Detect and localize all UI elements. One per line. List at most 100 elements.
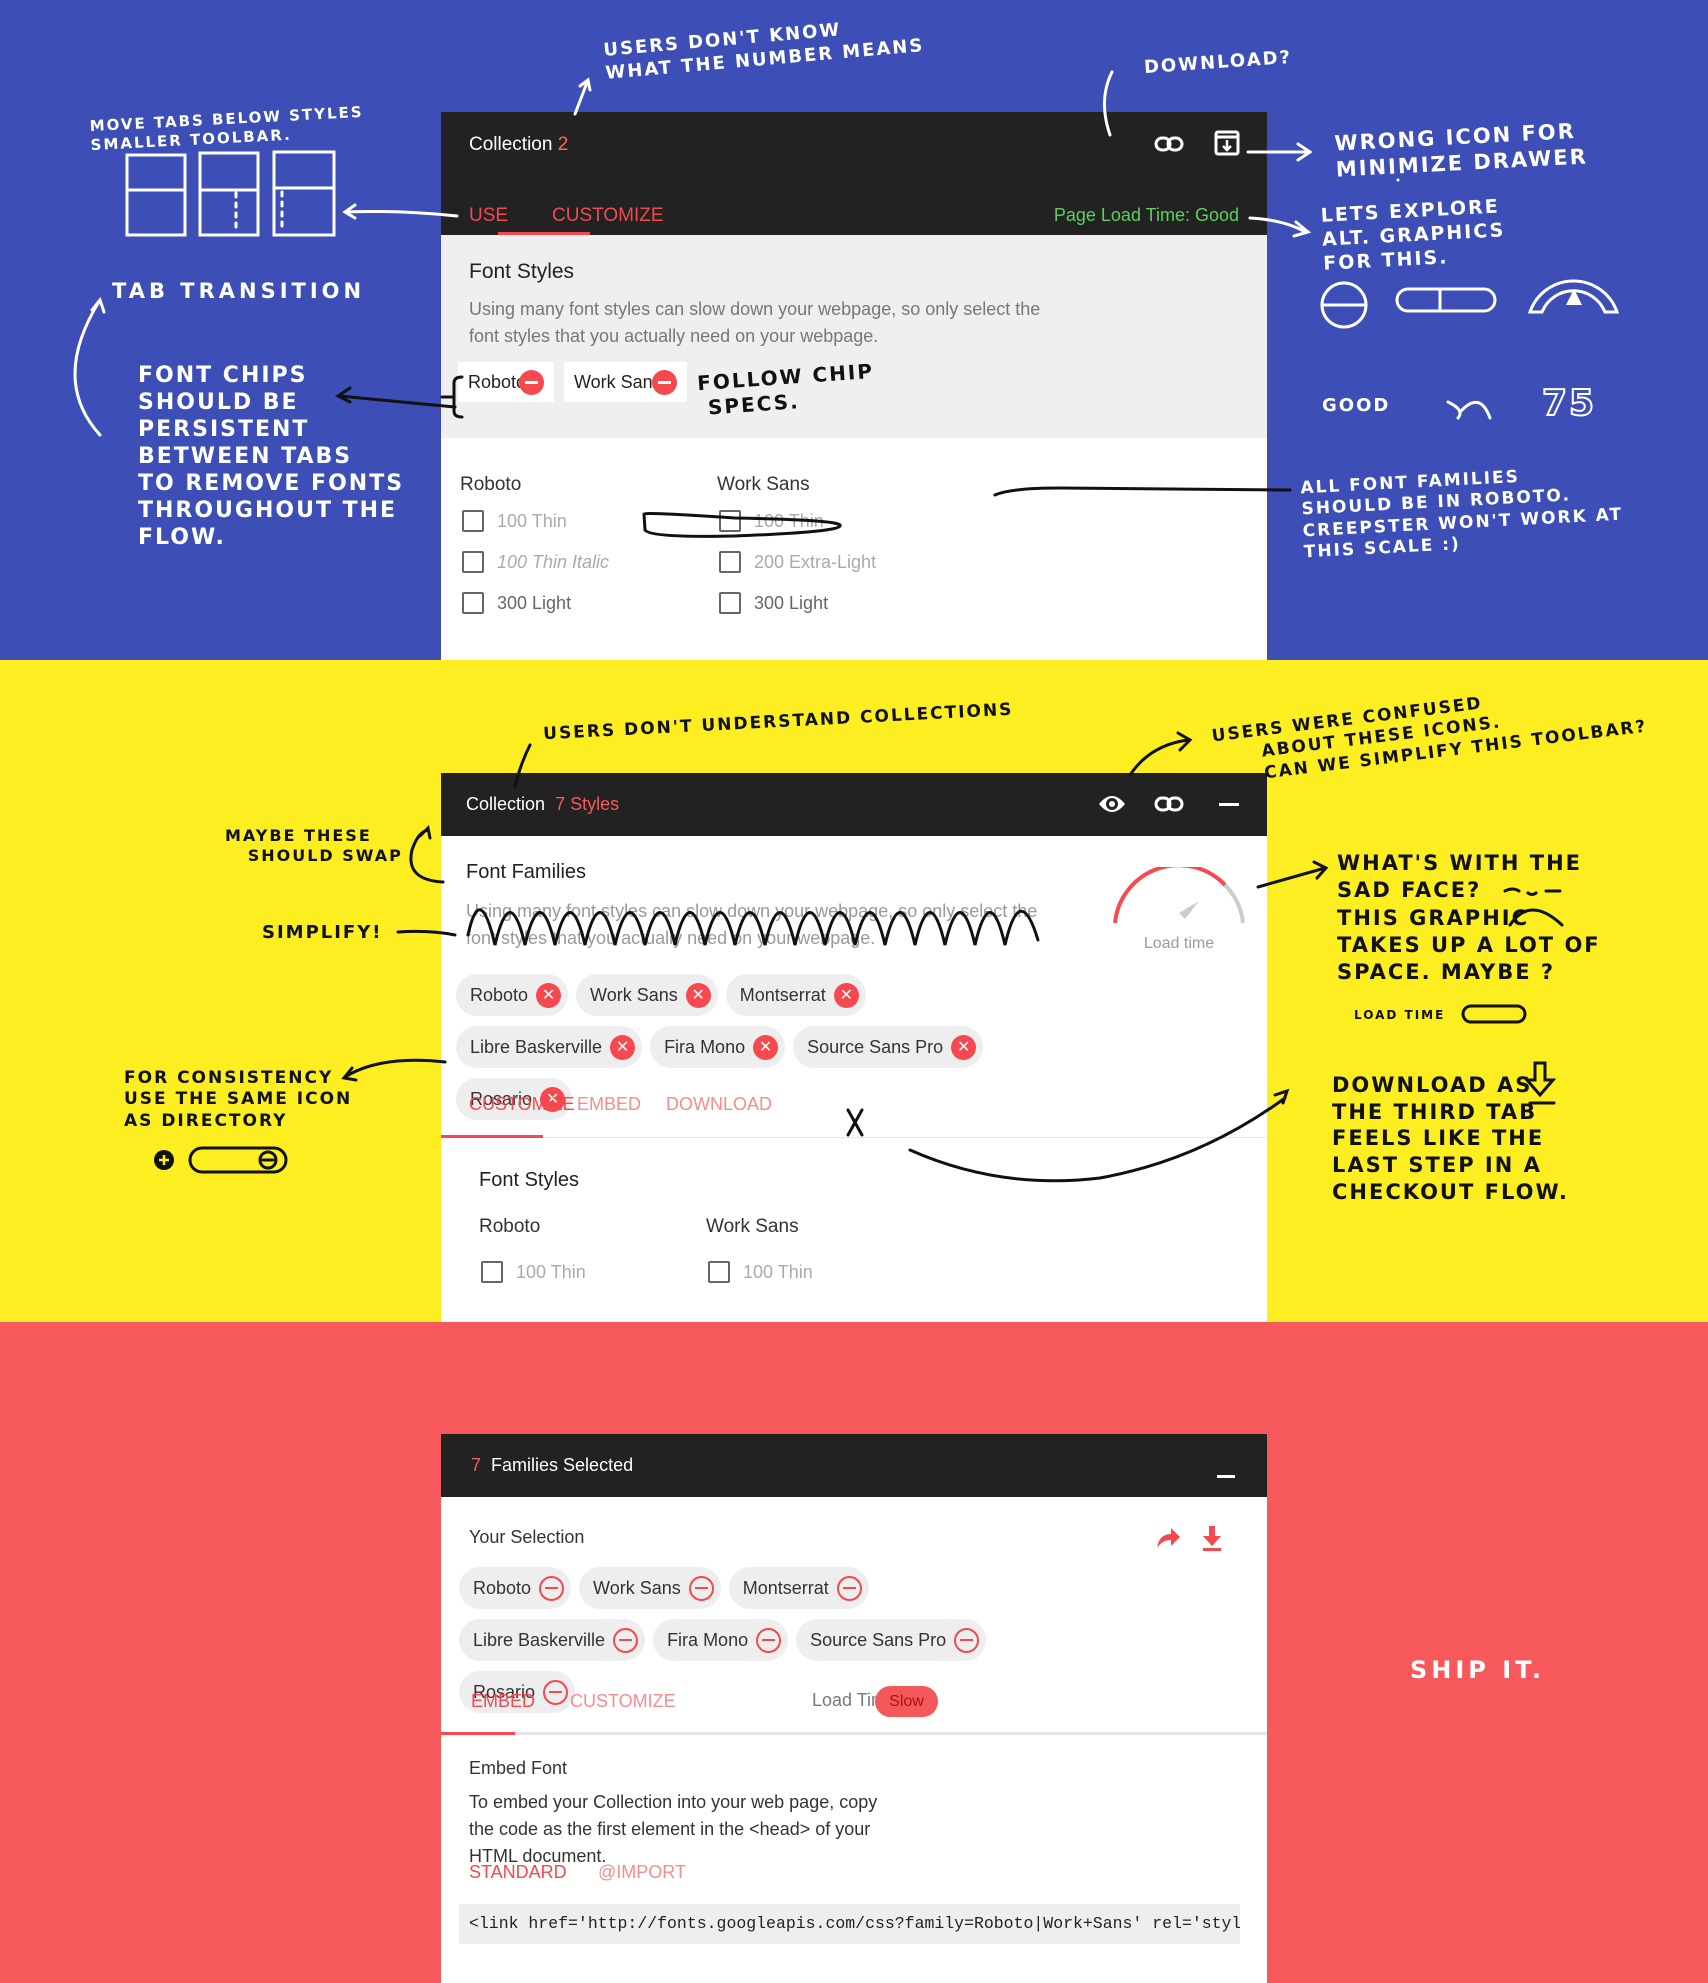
note-font-chips: FONT CHIPS SHOULD BE PERSISTENT BETWEEN … (138, 363, 405, 551)
remove-x-icon[interactable]: ✕ (833, 982, 859, 1008)
styles-title: Font Styles (479, 1169, 580, 1191)
remove-icon[interactable] (652, 369, 677, 395)
tab-customize[interactable]: CUSTOMIZE (570, 1691, 676, 1712)
font-chip[interactable]: Roboto ✕ (456, 974, 569, 1016)
remove-minus-icon[interactable] (539, 1575, 565, 1601)
remove-x-icon[interactable]: ✕ (753, 1034, 779, 1060)
checkbox[interactable] (719, 510, 741, 532)
style-checkbox-row[interactable]: 100 Thin (481, 1261, 586, 1283)
checkbox[interactable] (462, 551, 484, 573)
note-tab-transition: TAB TRANSITION (112, 279, 366, 303)
font-chip[interactable]: Source Sans Pro ✕ (793, 1026, 984, 1068)
note-roboto: ALL FONT FAMILIES SHOULD BE IN ROBOTO. C… (1299, 466, 1624, 563)
family-heading: Roboto (479, 1216, 541, 1237)
title-text: Collection (469, 134, 553, 155)
remove-x-icon[interactable]: ✕ (685, 982, 711, 1008)
tab-embed[interactable]: EMBED (471, 1691, 535, 1712)
chip-work-sans[interactable]: Work Sans (564, 362, 687, 402)
embed-title: Embed Font (469, 1758, 568, 1778)
font-chip[interactable]: Montserrat (728, 1567, 869, 1609)
tab-divider (441, 1732, 1267, 1735)
note-good: GOOD (1322, 395, 1391, 416)
chip-label: Roboto (473, 1577, 532, 1598)
style-checkbox-row[interactable]: 300 Light (462, 592, 571, 614)
note-download-tab: DOWNLOAD AS THE THIRD TAB FEELS LIKE THE… (1332, 1073, 1569, 1204)
style-label: 100 Thin (743, 1261, 813, 1282)
style-checkbox-row[interactable]: 100 Thin (462, 510, 567, 532)
checkbox[interactable] (462, 592, 484, 614)
tab-download[interactable]: DOWNLOAD (666, 1094, 772, 1115)
drawer-header: Collection 7 Styles (441, 773, 1267, 836)
remove-minus-icon[interactable] (836, 1575, 862, 1601)
minimize-drawer-icon[interactable] (1214, 130, 1240, 161)
drawer-header: Collection 2 USE CUSTOMIZE Page Load Tim… (441, 112, 1267, 245)
font-chip[interactable]: Fira Mono ✕ (650, 1026, 786, 1068)
checkbox[interactable] (719, 551, 741, 573)
remove-x-icon[interactable]: ✕ (610, 1034, 636, 1060)
remove-minus-icon[interactable] (954, 1627, 980, 1653)
remove-minus-icon[interactable] (613, 1627, 639, 1653)
chip-label: Fira Mono (664, 1036, 746, 1057)
tab-embed[interactable]: EMBED (577, 1094, 641, 1115)
font-chip[interactable]: Roboto (459, 1567, 572, 1609)
section-title: Font Families (466, 861, 587, 883)
link-icon[interactable] (1154, 134, 1184, 159)
title-text: Collection (466, 794, 546, 814)
font-chip[interactable]: Montserrat ✕ (725, 974, 866, 1016)
style-label: 300 Light (497, 592, 572, 613)
font-chip[interactable]: Work Sans ✕ (576, 974, 718, 1016)
chip-label: Roboto (468, 371, 527, 392)
tab-divider (441, 1137, 1267, 1138)
font-chip[interactable]: Libre Baskerville ✕ (456, 1026, 643, 1068)
title-text: Families Selected (491, 1455, 634, 1475)
style-checkbox-row[interactable]: 100 Thin (719, 510, 824, 532)
style-label: 200 Extra-Light (754, 551, 877, 572)
font-chip[interactable]: Fira Mono (653, 1619, 789, 1661)
style-checkbox-row[interactable]: 200 Extra-Light (719, 551, 876, 573)
note-ship-it: SHIP IT. (1410, 1656, 1546, 1684)
active-tab-indicator (441, 1135, 543, 1138)
font-chip[interactable]: Source Sans Pro (796, 1619, 987, 1661)
tab-customize[interactable]: CUSTOMIZE (469, 1094, 575, 1115)
minimize-icon[interactable] (1219, 803, 1239, 806)
embed-code-box[interactable]: <link href='http://fonts.googleapis.com/… (459, 1904, 1240, 1944)
tab-standard[interactable]: STANDARD (469, 1862, 567, 1883)
checkbox[interactable] (719, 592, 741, 614)
style-checkbox-row[interactable]: 100 Thin (708, 1261, 813, 1283)
family-heading: Work Sans (706, 1216, 799, 1237)
eye-icon[interactable] (1097, 792, 1127, 821)
note-consistency: FOR CONSISTENCY USE THE SAME ICON AS DIR… (124, 1068, 353, 1131)
embed-description: To embed your Collection into your web p… (469, 1792, 878, 1866)
remove-minus-icon[interactable] (688, 1575, 714, 1601)
remove-x-icon[interactable]: ✕ (536, 982, 562, 1008)
tab-customize[interactable]: CUSTOMIZE (552, 205, 664, 227)
remove-minus-icon[interactable] (543, 1679, 569, 1705)
families-drawer-v3: 7 Families Selected Your Selection Robot… (441, 1434, 1267, 1983)
active-tab-indicator (441, 1732, 515, 1735)
tab-use[interactable]: USE (469, 205, 508, 227)
chip-label: Montserrat (739, 984, 826, 1005)
chip-label: Source Sans Pro (807, 1036, 944, 1057)
checkbox[interactable] (481, 1261, 503, 1283)
remove-icon[interactable] (519, 369, 544, 395)
tab-import[interactable]: @IMPORT (598, 1862, 686, 1883)
remove-minus-icon[interactable] (756, 1627, 782, 1653)
font-chip[interactable]: Work Sans (579, 1567, 721, 1609)
chip-label: Libre Baskerville (473, 1629, 606, 1650)
style-label: 300 Light (754, 592, 829, 613)
remove-x-icon[interactable]: ✕ (951, 1034, 977, 1060)
selection-title: Your Selection (469, 1527, 585, 1547)
chip-roboto[interactable]: Roboto (458, 362, 554, 402)
share-icon[interactable] (1155, 1526, 1181, 1555)
download-icon[interactable] (1201, 1526, 1223, 1557)
gauge-label: Load time (1143, 935, 1215, 952)
note-swap: MAYBE THESE SHOULD SWAP (225, 826, 403, 865)
drawer-title: 7 Families Selected (471, 1455, 633, 1476)
style-checkbox-row[interactable]: 100 Thin Italic (462, 551, 609, 573)
checkbox[interactable] (462, 510, 484, 532)
font-chip[interactable]: Libre Baskerville (459, 1619, 646, 1661)
minimize-icon[interactable] (1217, 1475, 1235, 1478)
checkbox[interactable] (708, 1261, 730, 1283)
link-icon[interactable] (1154, 794, 1184, 819)
style-checkbox-row[interactable]: 300 Light (719, 592, 828, 614)
